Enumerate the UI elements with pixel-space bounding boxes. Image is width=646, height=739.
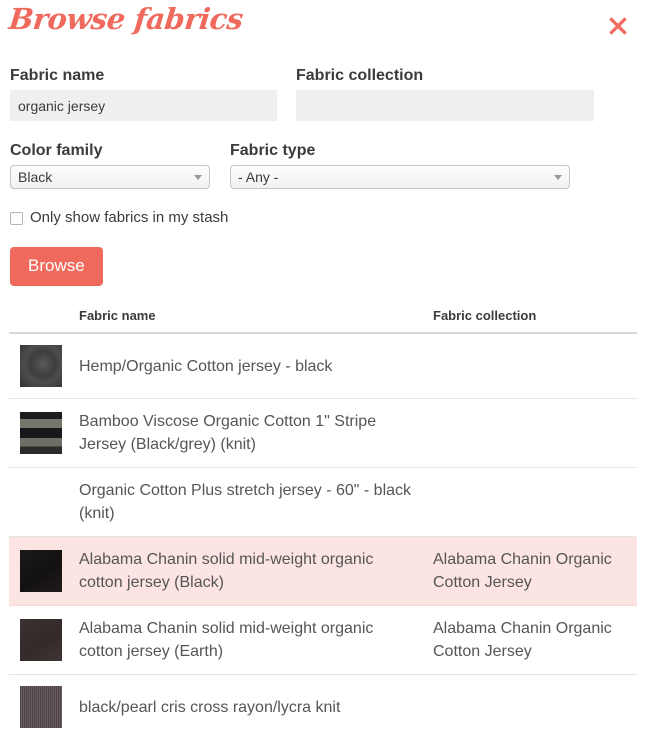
fabric-collection-input[interactable]: [296, 90, 594, 121]
table-row[interactable]: Hemp/Organic Cotton jersey - black: [9, 333, 637, 399]
color-family-select-wrap: Black: [10, 165, 210, 189]
fabric-thumbnail-image: [20, 550, 62, 592]
close-icon[interactable]: [604, 12, 632, 40]
cell-fabric-name[interactable]: Organic Cotton Plus stretch jersey - 60"…: [79, 468, 433, 537]
cell-fabric-collection: [433, 468, 637, 537]
fabric-type-field-group: Fabric type - Any -: [230, 141, 570, 194]
table-row[interactable]: Alabama Chanin solid mid-weight organic …: [9, 537, 637, 606]
cell-fabric-name[interactable]: black/pearl cris cross rayon/lycra knit: [79, 675, 433, 739]
color-family-label: Color family: [10, 141, 210, 161]
stash-checkbox-label[interactable]: Only show fabrics in my stash: [30, 210, 228, 226]
cell-fabric-collection: [433, 675, 637, 739]
fabric-thumbnail-image: [20, 619, 62, 661]
fabric-type-label: Fabric type: [230, 141, 570, 161]
cell-fabric-collection: Alabama Chanin Organic Cotton Jersey: [433, 606, 637, 675]
cell-thumbnail: [9, 399, 79, 468]
column-header-fabric-collection: Fabric collection: [433, 308, 637, 333]
browse-fabrics-dialog: Browse fabrics Fabric name Fabric collec…: [0, 0, 646, 692]
table-row[interactable]: Bamboo Viscose Organic Cotton 1" Stripe …: [9, 399, 637, 468]
fabric-name-field-group: Fabric name: [10, 66, 277, 121]
color-family-field-group: Color family Black: [10, 141, 210, 194]
color-family-select[interactable]: Black: [10, 165, 210, 189]
fabric-type-select-wrap: - Any -: [230, 165, 570, 189]
fabric-thumbnail-image: [20, 345, 62, 387]
stash-checkbox[interactable]: [10, 212, 23, 225]
table-row[interactable]: black/pearl cris cross rayon/lycra knit: [9, 675, 637, 739]
cell-fabric-name[interactable]: Alabama Chanin solid mid-weight organic …: [79, 606, 433, 675]
cell-fabric-name[interactable]: Bamboo Viscose Organic Cotton 1" Stripe …: [79, 399, 433, 468]
color-type-row: Color family Black Fabric type - Any -: [10, 141, 636, 194]
cell-fabric-collection: [433, 333, 637, 399]
fabric-name-input[interactable]: [10, 90, 277, 121]
dialog-header: Browse fabrics: [0, 0, 646, 52]
fabric-type-select[interactable]: - Any -: [230, 165, 570, 189]
stash-checkbox-row: Only show fabrics in my stash: [10, 210, 636, 226]
cell-fabric-name[interactable]: Hemp/Organic Cotton jersey - black: [79, 333, 433, 399]
fabric-thumbnail-image: [20, 686, 62, 728]
table-row[interactable]: Alabama Chanin solid mid-weight organic …: [9, 606, 637, 675]
cell-fabric-collection: Alabama Chanin Organic Cotton Jersey: [433, 537, 637, 606]
cell-fabric-collection: [433, 399, 637, 468]
page-title: Browse fabrics: [7, 2, 244, 36]
name-collection-row: Fabric name Fabric collection: [10, 66, 636, 121]
column-header-fabric-name: Fabric name: [79, 308, 433, 333]
cell-fabric-name[interactable]: Alabama Chanin solid mid-weight organic …: [79, 537, 433, 606]
fabric-name-label: Fabric name: [10, 66, 277, 86]
results-table-head: Fabric name Fabric collection: [9, 308, 637, 333]
search-form: Fabric name Fabric collection Color fami…: [0, 66, 646, 286]
fabric-collection-label: Fabric collection: [296, 66, 594, 86]
cell-thumbnail: [9, 468, 79, 537]
fabric-collection-field-group: Fabric collection: [296, 66, 594, 121]
table-header-row: Fabric name Fabric collection: [9, 308, 637, 333]
table-row[interactable]: Organic Cotton Plus stretch jersey - 60"…: [9, 468, 637, 537]
cell-thumbnail: [9, 606, 79, 675]
results-section: Fabric name Fabric collection Hemp/Organ…: [0, 308, 646, 739]
browse-button[interactable]: Browse: [10, 247, 103, 286]
results-table: Fabric name Fabric collection Hemp/Organ…: [9, 308, 637, 739]
fabric-thumbnail-image: [20, 412, 62, 454]
cell-thumbnail: [9, 333, 79, 399]
column-header-thumbnail: [9, 308, 79, 333]
results-table-body: Hemp/Organic Cotton jersey - blackBamboo…: [9, 333, 637, 739]
cell-thumbnail: [9, 537, 79, 606]
cell-thumbnail: [9, 675, 79, 739]
